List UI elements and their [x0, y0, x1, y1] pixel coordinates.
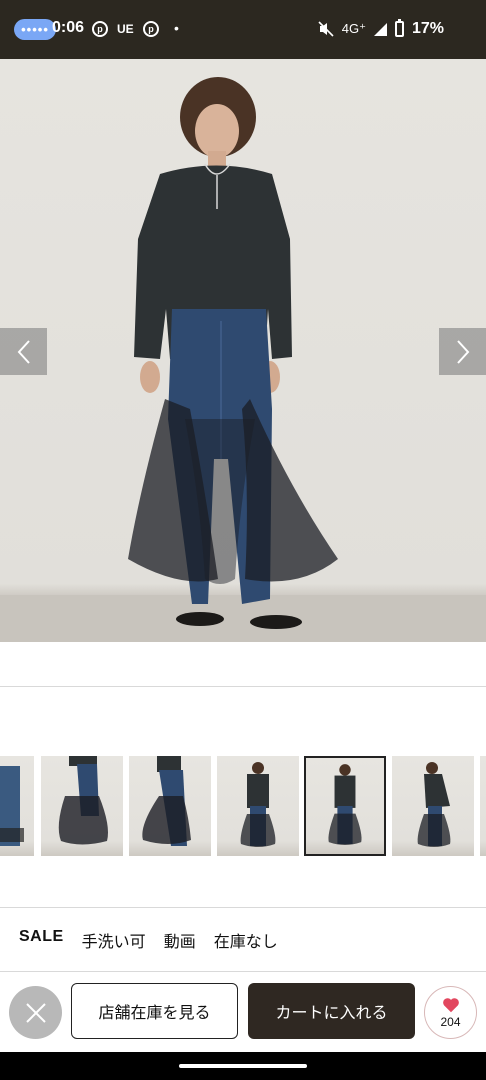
add-to-cart-button[interactable]: カートに入れる [248, 983, 415, 1039]
home-handle[interactable] [179, 1064, 307, 1068]
thumbnail[interactable] [217, 756, 299, 856]
close-icon [25, 1002, 46, 1023]
favorite-count: 204 [440, 1014, 461, 1029]
store-stock-label: 店舗在庫を見る [98, 1005, 211, 1022]
product-tags: SALE 手洗い可 動画 在庫なし [19, 928, 278, 952]
close-button[interactable] [9, 986, 62, 1039]
thumbnail-image [142, 756, 191, 846]
chevron-left-icon [17, 339, 30, 364]
favorite-button[interactable]: 204 [424, 986, 477, 1039]
next-image-button[interactable] [439, 328, 486, 375]
battery-icon [394, 19, 404, 37]
battery-percent: 17% [411, 20, 444, 37]
notification-dot-icon: • [174, 20, 179, 36]
thumbnail-image [58, 756, 108, 845]
active-call-pill[interactable]: ••••• [14, 19, 56, 40]
thumbnail[interactable] [392, 756, 474, 856]
heart-icon [442, 997, 459, 1012]
pinterest-icon: p [143, 21, 159, 37]
system-nav-bar [0, 1052, 486, 1080]
thumbnail-image [417, 762, 451, 847]
thumbnail-image [328, 764, 362, 845]
store-stock-button[interactable]: 店舗在庫を見る [71, 983, 238, 1039]
thumbnail-image [240, 762, 276, 847]
network-label: 4G⁺ [341, 21, 366, 36]
model-figure [128, 77, 338, 629]
mute-icon [318, 21, 334, 37]
pill-dots: ••••• [21, 22, 49, 37]
pinterest-icon: p [92, 21, 108, 37]
prev-image-button[interactable] [0, 328, 47, 375]
status-right: 4G⁺ 17% [318, 19, 444, 38]
thumbnail[interactable] [0, 756, 34, 856]
tag-video: 動画 [163, 934, 196, 951]
thumbnail-selected[interactable] [304, 756, 386, 856]
divider [0, 686, 486, 687]
chevron-right-icon [456, 339, 469, 364]
divider [0, 971, 486, 972]
thumbnail-image [0, 766, 24, 846]
thumbnail[interactable] [129, 756, 211, 856]
thumbnail-strip[interactable] [0, 756, 486, 858]
status-time: 0:06 [52, 19, 85, 36]
tag-hand-wash: 手洗い可 [81, 934, 146, 951]
divider [0, 907, 486, 908]
tag-out-of-stock: 在庫なし [213, 934, 278, 951]
carrier-label: UE [117, 22, 134, 36]
signal-icon [373, 22, 387, 36]
thumbnail[interactable] [41, 756, 123, 856]
thumbnail[interactable] [480, 756, 486, 856]
tag-sale: SALE [19, 928, 64, 945]
status-bar: ••••• 0:06 p UE p • 4G⁺ 17% [0, 0, 486, 59]
add-to-cart-label: カートに入れる [275, 1005, 388, 1022]
product-hero-image[interactable] [0, 59, 486, 642]
